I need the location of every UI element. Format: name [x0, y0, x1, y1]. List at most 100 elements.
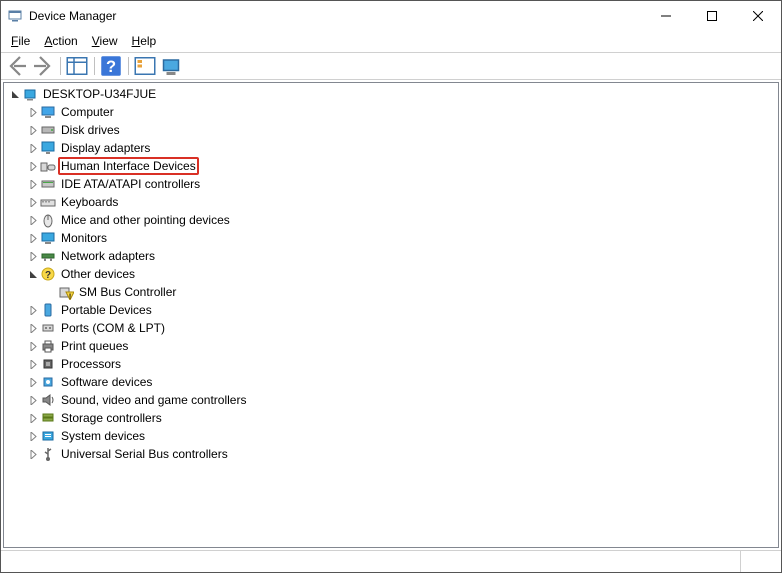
tree-item-label: Storage controllers: [60, 411, 163, 425]
tree-item[interactable]: Computer: [4, 103, 778, 121]
storage-icon: [40, 410, 56, 426]
close-button[interactable]: [735, 1, 781, 31]
tree-item-label: DESKTOP-U34FJUE: [42, 87, 157, 101]
tree-item[interactable]: Storage controllers: [4, 409, 778, 427]
expand-arrow-icon[interactable]: [26, 303, 40, 317]
toolbar-separator: [125, 55, 131, 77]
expand-arrow-icon[interactable]: [26, 231, 40, 245]
tree-item[interactable]: Disk drives: [4, 121, 778, 139]
mouse-icon: [40, 212, 56, 228]
show-hide-tree-button[interactable]: [65, 55, 89, 77]
expand-arrow-icon[interactable]: [26, 429, 40, 443]
tree-item-label: Mice and other pointing devices: [60, 213, 231, 227]
tree-item[interactable]: Sound, video and game controllers: [4, 391, 778, 409]
tree-item-label: Human Interface Devices: [58, 157, 199, 175]
back-button[interactable]: [5, 55, 29, 77]
maximize-button[interactable]: [689, 1, 735, 31]
expand-arrow-icon[interactable]: [26, 249, 40, 263]
tree-item-label: Software devices: [60, 375, 153, 389]
statusbar-pane: [741, 551, 781, 572]
expand-arrow-icon[interactable]: [26, 321, 40, 335]
expand-arrow-icon[interactable]: [26, 213, 40, 227]
tree-item[interactable]: ? Other devices: [4, 265, 778, 283]
tree-item-label: Sound, video and game controllers: [60, 393, 247, 407]
expand-arrow-icon[interactable]: [26, 177, 40, 191]
network-icon: [40, 248, 56, 264]
expand-arrow-icon[interactable]: [26, 393, 40, 407]
expand-arrow-icon[interactable]: [26, 105, 40, 119]
tree-item-label: Display adapters: [60, 141, 151, 155]
tree-item[interactable]: Portable Devices: [4, 301, 778, 319]
tree-item-label: Network adapters: [60, 249, 156, 263]
expand-arrow-icon[interactable]: [26, 195, 40, 209]
properties-button[interactable]: [159, 55, 183, 77]
forward-button[interactable]: [31, 55, 55, 77]
tree-item-label: Disk drives: [60, 123, 121, 137]
tree-item[interactable]: Monitors: [4, 229, 778, 247]
scan-hardware-button[interactable]: [133, 55, 157, 77]
tree-item-label: Keyboards: [60, 195, 119, 209]
tree-item[interactable]: Print queues: [4, 337, 778, 355]
expand-arrow-icon[interactable]: [26, 123, 40, 137]
hid-icon: [40, 158, 56, 174]
expand-arrow-icon[interactable]: [26, 375, 40, 389]
tree-item-label: Portable Devices: [60, 303, 153, 317]
tree-item-label: IDE ATA/ATAPI controllers: [60, 177, 201, 191]
expand-arrow-icon[interactable]: [26, 159, 40, 173]
tree-item[interactable]: Keyboards: [4, 193, 778, 211]
tree-item-child[interactable]: ! SM Bus Controller: [4, 283, 778, 301]
tree-item[interactable]: System devices: [4, 427, 778, 445]
monitor2-icon: [40, 230, 56, 246]
tree-item[interactable]: Universal Serial Bus controllers: [4, 445, 778, 463]
expand-arrow-icon[interactable]: [26, 267, 40, 281]
tree-item-label: Universal Serial Bus controllers: [60, 447, 229, 461]
expand-arrow-icon[interactable]: [26, 357, 40, 371]
ide-icon: [40, 176, 56, 192]
app-icon: [7, 8, 23, 24]
svg-text:!: !: [69, 294, 71, 301]
sound-icon: [40, 392, 56, 408]
portable-icon: [40, 302, 56, 318]
tree-item-label: System devices: [60, 429, 146, 443]
tree-item[interactable]: Mice and other pointing devices: [4, 211, 778, 229]
menu-view[interactable]: View: [86, 33, 124, 49]
other-icon: ?: [40, 266, 56, 282]
toolbar-separator: [91, 55, 97, 77]
tree-item[interactable]: Processors: [4, 355, 778, 373]
tree-item-label: SM Bus Controller: [78, 285, 177, 299]
expand-arrow-icon[interactable]: [8, 87, 22, 101]
tree-root-node[interactable]: DESKTOP-U34FJUE: [4, 85, 778, 103]
expand-arrow-icon[interactable]: [26, 339, 40, 353]
menu-help[interactable]: Help: [126, 33, 163, 49]
menubar: File Action View Help: [1, 31, 781, 52]
tree-item[interactable]: IDE ATA/ATAPI controllers: [4, 175, 778, 193]
tree-item[interactable]: Human Interface Devices: [4, 157, 778, 175]
window-buttons: [643, 1, 781, 31]
menu-action[interactable]: Action: [38, 33, 83, 49]
minimize-button[interactable]: [643, 1, 689, 31]
menu-file[interactable]: File: [5, 33, 36, 49]
device-tree[interactable]: DESKTOP-U34FJUE Computer Disk drives Displa…: [3, 82, 779, 548]
warning-icon: !: [58, 284, 74, 300]
titlebar: Device Manager: [1, 1, 781, 31]
toolbar: ?: [1, 52, 781, 80]
tree-item-label: Processors: [60, 357, 122, 371]
display-icon: [40, 140, 56, 156]
tree-item[interactable]: Software devices: [4, 373, 778, 391]
toolbar-separator: [57, 55, 63, 77]
statusbar: [1, 550, 781, 572]
tree-item-label: Other devices: [60, 267, 136, 281]
tree-item[interactable]: Ports (COM & LPT): [4, 319, 778, 337]
tree-item[interactable]: Display adapters: [4, 139, 778, 157]
expand-arrow-icon[interactable]: [26, 141, 40, 155]
tree-item-label: Ports (COM & LPT): [60, 321, 166, 335]
tree-item-label: Print queues: [60, 339, 129, 353]
software-icon: [40, 374, 56, 390]
expand-arrow-icon[interactable]: [26, 447, 40, 461]
window-title: Device Manager: [29, 9, 643, 23]
tree-item[interactable]: Network adapters: [4, 247, 778, 265]
expand-arrow-icon[interactable]: [26, 411, 40, 425]
root-icon: [22, 86, 38, 102]
ports-icon: [40, 320, 56, 336]
help-button[interactable]: ?: [99, 55, 123, 77]
